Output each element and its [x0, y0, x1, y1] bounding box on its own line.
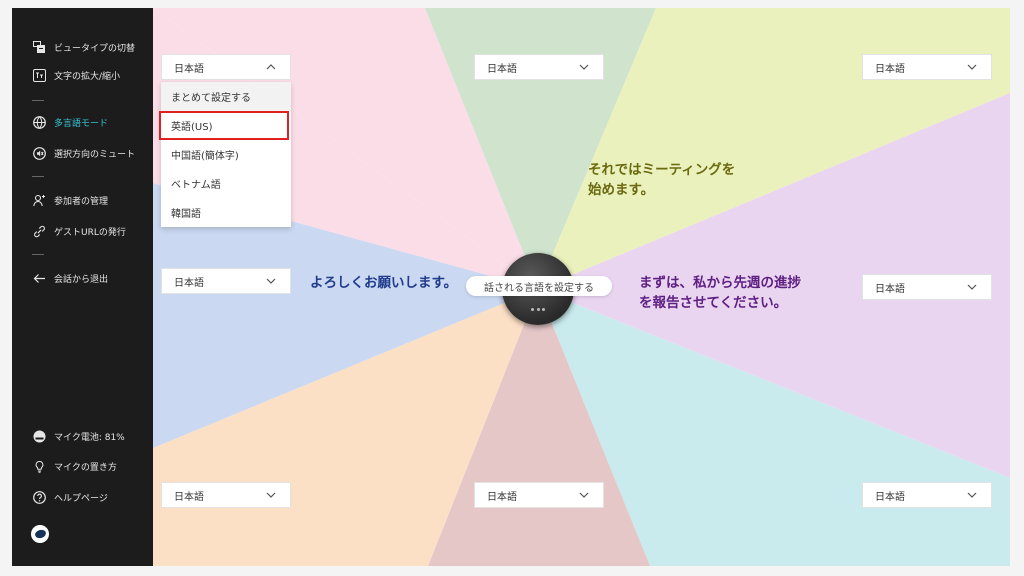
- nav-item-help[interactable]: ヘルプページ: [32, 489, 108, 505]
- nav-item-multilingual[interactable]: 多言語モード: [32, 114, 108, 130]
- utterance-line: 始めます。: [588, 182, 655, 198]
- utterance-top-right: それではミーティングを 始めます。: [588, 160, 735, 200]
- select-value: 日本語: [174, 63, 204, 75]
- nav-label: 選択方向のミュート: [54, 149, 136, 160]
- nav-item-mute-direction[interactable]: 選択方向のミュート: [32, 145, 135, 161]
- select-value: 日本語: [875, 491, 905, 503]
- chevron-down-icon: [967, 284, 977, 290]
- language-select-bottom-center[interactable]: 日本語: [474, 482, 604, 508]
- select-value: 日本語: [875, 283, 905, 295]
- avatar[interactable]: [31, 525, 49, 543]
- nav-item-participants[interactable]: 参加者の管理: [32, 192, 108, 208]
- utterance-line: を報告させてください。: [639, 295, 788, 311]
- select-value: 日本語: [875, 63, 905, 75]
- select-value: 日本語: [174, 491, 204, 503]
- utterance-right: まずは、私から先週の進捗 を報告させてください。: [639, 273, 801, 313]
- language-select-bottom-right[interactable]: 日本語: [862, 482, 992, 508]
- language-select-top-right[interactable]: 日本語: [862, 54, 992, 80]
- arrow-left-icon: [32, 271, 46, 285]
- chevron-up-icon: [266, 64, 276, 70]
- lightbulb-icon: [32, 459, 46, 473]
- nav-label: 文字の拡大/縮小: [54, 71, 121, 82]
- set-spoken-language-button[interactable]: 話される言語を設定する: [466, 276, 612, 296]
- nav-item-text-zoom[interactable]: 文字の拡大/縮小: [32, 67, 120, 83]
- dropdown-option-set-all[interactable]: まとめて設定する: [161, 82, 291, 111]
- participants-icon: [32, 193, 46, 207]
- sidebar-divider: [32, 254, 44, 255]
- dropdown-option-vietnamese[interactable]: ベトナム語: [161, 169, 291, 198]
- select-value: 日本語: [487, 491, 517, 503]
- nav-label: ゲストURLの発行: [54, 227, 126, 238]
- dropdown-option-english-us[interactable]: 英語(US): [159, 111, 289, 140]
- app-window: ビュータイプの切替 文字の拡大/縮小 多言語モード 選択方向のミュート 参加者の…: [12, 8, 1010, 566]
- sidebar-divider: [32, 100, 44, 101]
- select-value: 日本語: [174, 277, 204, 289]
- chevron-down-icon: [266, 492, 276, 498]
- nav-label: マイク電池: 81%: [54, 432, 125, 443]
- language-select-left[interactable]: 日本語: [161, 268, 291, 294]
- link-icon: [32, 224, 46, 238]
- nav-label: 会話から退出: [54, 274, 109, 285]
- nav-item-mic-placement[interactable]: マイクの置き方: [32, 458, 117, 474]
- dropdown-option-chinese-simplified[interactable]: 中国語(簡体字): [161, 140, 291, 169]
- nav-item-exit[interactable]: 会話から退出: [32, 270, 108, 286]
- mute-direction-icon: [32, 146, 46, 160]
- sidebar: ビュータイプの切替 文字の拡大/縮小 多言語モード 選択方向のミュート 参加者の…: [12, 8, 153, 566]
- help-icon: [32, 490, 46, 504]
- chevron-down-icon: [266, 278, 276, 284]
- mic-battery-icon: [32, 429, 46, 443]
- chevron-down-icon: [579, 492, 589, 498]
- nav-label: 参加者の管理: [54, 196, 109, 207]
- nav-item-guest-url[interactable]: ゲストURLの発行: [32, 223, 126, 239]
- nav-label: ヘルプページ: [54, 493, 108, 504]
- language-dropdown-menu: まとめて設定する 英語(US) 中国語(簡体字) ベトナム語 韓国語: [159, 82, 291, 227]
- language-select-right[interactable]: 日本語: [862, 274, 992, 300]
- mic-battery-status: マイク電池: 81%: [32, 428, 125, 444]
- chevron-down-icon: [579, 64, 589, 70]
- avatar-mark: [33, 528, 47, 540]
- view-switch-icon: [32, 40, 46, 54]
- utterance-line: まずは、私から先週の進捗: [639, 275, 801, 291]
- chevron-down-icon: [967, 492, 977, 498]
- language-select-top-center[interactable]: 日本語: [474, 54, 604, 80]
- language-select-top-left[interactable]: 日本語: [161, 54, 291, 80]
- select-value: 日本語: [487, 63, 517, 75]
- nav-label: 多言語モード: [54, 118, 109, 129]
- nav-label: ビュータイプの切替: [54, 43, 136, 54]
- sidebar-divider: [32, 176, 44, 177]
- chevron-down-icon: [967, 64, 977, 70]
- language-select-bottom-left[interactable]: 日本語: [161, 482, 291, 508]
- dropdown-option-korean[interactable]: 韓国語: [161, 198, 291, 227]
- mic-indicator-dots: [531, 308, 545, 311]
- utterance-left: よろしくお願いします。: [310, 275, 458, 291]
- multilingual-icon: [32, 115, 46, 129]
- utterance-line: それではミーティングを: [588, 162, 736, 178]
- nav-item-view-switch[interactable]: ビュータイプの切替: [32, 39, 135, 55]
- text-zoom-icon: [32, 68, 46, 82]
- nav-label: マイクの置き方: [54, 462, 117, 473]
